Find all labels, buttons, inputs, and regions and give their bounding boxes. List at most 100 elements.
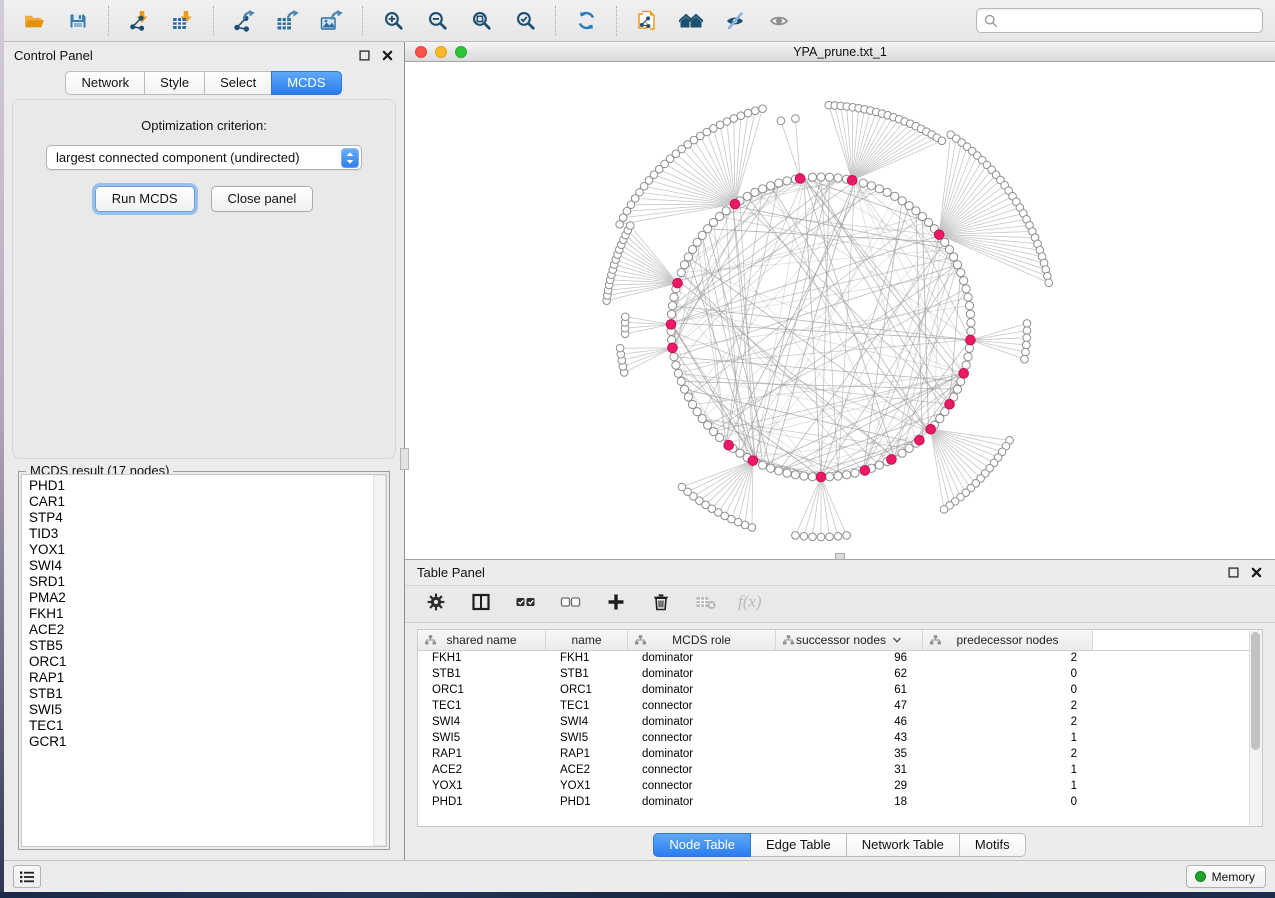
mcds-result-item[interactable]: TID3 [29, 526, 386, 542]
network-node[interactable] [867, 182, 875, 190]
network-node[interactable] [953, 385, 961, 393]
mcds-result-item[interactable]: PMA2 [29, 590, 386, 606]
network-mcds-node[interactable] [673, 278, 683, 288]
settings-button[interactable] [423, 591, 449, 617]
network-node[interactable] [670, 293, 678, 301]
table-row[interactable]: SWI5SWI5connector431 [418, 731, 1262, 747]
table-row[interactable]: RAP1RAP1dominator352 [418, 747, 1262, 763]
network-leaf-node[interactable] [834, 533, 842, 541]
mcds-result-item[interactable]: GCR1 [29, 734, 386, 750]
cell-successor-nodes[interactable]: 96 [776, 651, 923, 667]
network-leaf-node[interactable] [737, 112, 745, 120]
network-node[interactable] [688, 245, 696, 253]
network-node[interactable] [817, 173, 825, 181]
network-node[interactable] [775, 467, 783, 475]
export-network-button[interactable] [226, 5, 262, 37]
network-leaf-node[interactable] [621, 313, 629, 321]
network-leaf-node[interactable] [1045, 279, 1053, 287]
column-header-successor-nodes[interactable]: successor nodes [776, 630, 923, 650]
network-node[interactable] [891, 192, 899, 200]
tab-network[interactable]: Network [65, 71, 145, 95]
network-node[interactable] [759, 185, 767, 193]
network-node[interactable] [898, 449, 906, 457]
network-node[interactable] [684, 253, 692, 261]
network-mcds-node[interactable] [748, 456, 758, 466]
cell-name[interactable]: YOX1 [546, 779, 628, 795]
network-node[interactable] [875, 461, 883, 469]
column-header-name[interactable]: name [546, 630, 628, 650]
network-mcds-node[interactable] [887, 455, 897, 465]
new-network-from-selection-button[interactable] [629, 5, 665, 37]
network-node[interactable] [898, 197, 906, 205]
mcds-result-item[interactable]: FKH1 [29, 606, 386, 622]
network-node[interactable] [808, 473, 816, 481]
cell-predecessor-nodes[interactable]: 2 [923, 715, 1093, 731]
network-node[interactable] [851, 469, 859, 477]
network-node[interactable] [693, 238, 701, 246]
network-leaf-node[interactable] [938, 137, 946, 145]
close-table-panel-icon[interactable] [1250, 566, 1263, 579]
network-node[interactable] [775, 179, 783, 187]
network-leaf-node[interactable] [616, 344, 624, 352]
network-mcds-node[interactable] [730, 199, 740, 209]
cell-mcds-role[interactable]: connector [628, 779, 776, 795]
cell-predecessor-nodes[interactable]: 1 [923, 763, 1093, 779]
mcds-result-item[interactable]: SWI4 [29, 558, 386, 574]
cell-successor-nodes[interactable]: 62 [776, 667, 923, 683]
cell-successor-nodes[interactable]: 43 [776, 731, 923, 747]
column-header-shared-name[interactable]: shared name [418, 630, 546, 650]
cell-name[interactable]: SWI4 [546, 715, 628, 731]
network-node[interactable] [677, 268, 685, 276]
table-row[interactable]: STB1STB1dominator620 [418, 667, 1262, 683]
tab-network-table[interactable]: Network Table [846, 833, 960, 857]
maximize-window-icon[interactable] [455, 46, 467, 58]
mcds-result-item[interactable]: STP4 [29, 510, 386, 526]
network-node[interactable] [967, 319, 975, 327]
network-node[interactable] [962, 285, 970, 293]
tab-node-table[interactable]: Node Table [653, 833, 751, 857]
cell-mcds-role[interactable]: dominator [628, 795, 776, 811]
table-row[interactable]: ACE2ACE2connector311 [418, 763, 1262, 779]
network-leaf-node[interactable] [744, 109, 752, 117]
network-mcds-node[interactable] [860, 466, 870, 476]
close-panel-icon[interactable] [381, 49, 394, 62]
network-node[interactable] [883, 188, 891, 196]
cell-mcds-role[interactable]: connector [628, 699, 776, 715]
mcds-result-item[interactable]: RAP1 [29, 670, 386, 686]
cell-shared-name[interactable]: ORC1 [418, 683, 546, 699]
network-node[interactable] [783, 469, 791, 477]
network-node[interactable] [967, 327, 975, 335]
network-mcds-node[interactable] [934, 230, 944, 240]
tab-mcds[interactable]: MCDS [271, 71, 341, 95]
network-node[interactable] [693, 408, 701, 416]
cell-predecessor-nodes[interactable]: 2 [923, 651, 1093, 667]
cell-predecessor-nodes[interactable]: 0 [923, 683, 1093, 699]
horizontal-splitter-handle[interactable] [835, 553, 845, 560]
network-leaf-node[interactable] [1021, 355, 1029, 363]
network-mcds-node[interactable] [915, 435, 925, 445]
memory-button[interactable]: Memory [1186, 865, 1266, 888]
network-leaf-node[interactable] [800, 533, 808, 541]
mcds-result-item[interactable]: ORC1 [29, 654, 386, 670]
network-node[interactable] [962, 361, 970, 369]
network-node[interactable] [743, 192, 751, 200]
network-node[interactable] [783, 177, 791, 185]
export-image-button[interactable] [314, 5, 350, 37]
cell-shared-name[interactable]: ACE2 [418, 763, 546, 779]
network-node[interactable] [964, 293, 972, 301]
network-node[interactable] [766, 182, 774, 190]
network-mcds-node[interactable] [668, 343, 678, 353]
network-node[interactable] [825, 173, 833, 181]
network-mcds-node[interactable] [724, 440, 734, 450]
network-leaf-node[interactable] [1023, 334, 1031, 342]
search-input[interactable] [1003, 13, 1255, 29]
network-mcds-node[interactable] [795, 174, 805, 184]
network-node[interactable] [875, 185, 883, 193]
search-box[interactable] [976, 8, 1263, 33]
mcds-result-item[interactable]: SWI5 [29, 702, 386, 718]
network-leaf-node[interactable] [626, 222, 634, 230]
mcds-result-item[interactable]: TEC1 [29, 718, 386, 734]
column-header-mcds-role[interactable]: MCDS role [628, 630, 776, 650]
refresh-layout-button[interactable] [568, 5, 604, 37]
float-panel-icon[interactable] [358, 49, 371, 62]
